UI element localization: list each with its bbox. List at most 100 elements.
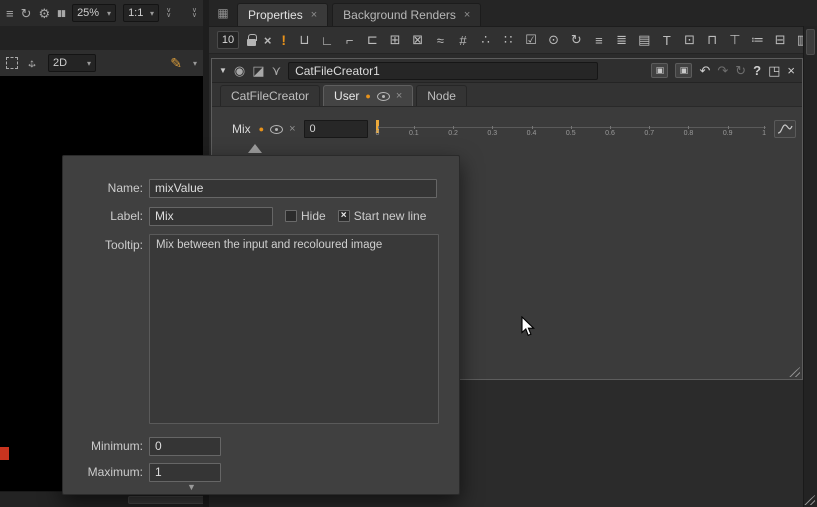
pause-icon[interactable]: ▮▮ xyxy=(57,9,65,18)
mix-value-input[interactable] xyxy=(304,120,368,138)
zoom-select[interactable]: 25% ▾ xyxy=(72,4,116,22)
bbox-knob-icon[interactable]: ⊏ xyxy=(364,30,381,50)
tab-user[interactable]: User ● × xyxy=(323,85,413,106)
hide-checkbox[interactable]: Hide xyxy=(285,209,326,223)
lock-panels-icon[interactable] xyxy=(247,39,256,46)
tab-node[interactable]: Node xyxy=(416,85,467,106)
chevron-down-icon: ▾ xyxy=(107,9,111,18)
transform-knob-icon[interactable]: ⊞ xyxy=(387,30,404,50)
transform-handles-icon[interactable] xyxy=(26,56,40,70)
minimum-input[interactable] xyxy=(149,437,221,456)
popup-anchor-arrow xyxy=(248,144,262,153)
tooltip-textarea[interactable]: Mix between the input and recoloured ima… xyxy=(149,234,439,424)
node-panel-tabs: CatFileCreator User ● × Node xyxy=(212,83,802,107)
knob-changed-dot: ● xyxy=(259,124,264,134)
chevron-down-icon: ▾ xyxy=(87,59,91,68)
align-left-icon[interactable]: ≡ xyxy=(591,30,608,50)
pane-tab-bar: ▦ Properties × Background Renders × xyxy=(209,0,817,26)
mix-slider[interactable]: 00.1 0.20.3 0.40.5 0.60.7 0.80.9 1 xyxy=(376,118,766,140)
name-input[interactable] xyxy=(149,179,437,198)
label-input[interactable] xyxy=(149,207,273,226)
tab-background-renders[interactable]: Background Renders × xyxy=(332,3,481,26)
mouse-cursor xyxy=(521,316,535,337)
checkbox-knob-icon[interactable]: ☑ xyxy=(523,30,540,50)
position-knob-icon[interactable]: ⌐ xyxy=(341,30,358,50)
knob-changed-dot: ● xyxy=(365,91,370,101)
redo-icon[interactable]: ↷ xyxy=(717,64,728,77)
tab-label: CatFileCreator xyxy=(231,89,309,103)
link-knob-icon[interactable]: ∷ xyxy=(500,30,517,50)
minimum-field-row: Minimum: xyxy=(63,436,437,456)
name-label: Name: xyxy=(63,181,143,195)
pane-vscrollbar[interactable] xyxy=(803,26,817,507)
cornerpin-knob-icon[interactable]: ⊠ xyxy=(409,30,426,50)
close-tab-icon[interactable]: × xyxy=(311,9,317,21)
group-knob-icon[interactable]: ⊡ xyxy=(681,30,698,50)
node-panel-header: ▼ ◉ ◪ ⋎ ▣ ▣ ↶ ↷ ↻ ? ◳ × xyxy=(212,59,802,83)
chevron-down-icon: ▾ xyxy=(150,9,154,18)
manage-knobs-icon[interactable]: ▣ xyxy=(675,63,692,78)
tooltip-label: Tooltip: xyxy=(63,238,143,252)
close-tab-icon[interactable]: × xyxy=(464,9,470,21)
axis-knob-icon[interactable]: ∟ xyxy=(319,30,336,50)
expand-more-icon[interactable]: ▼ xyxy=(187,482,196,492)
max-panels-input[interactable] xyxy=(217,31,239,49)
close-tab-icon[interactable]: × xyxy=(396,90,402,102)
channelset-knob-icon[interactable]: ∴ xyxy=(477,30,494,50)
title-knob-icon[interactable]: ⊤ xyxy=(727,30,744,50)
undo-icon[interactable]: ↶ xyxy=(699,64,710,77)
collapse-chevrons-icon[interactable]: ∨∨ xyxy=(166,8,171,18)
panel-resize-grip[interactable] xyxy=(788,367,800,377)
collapse-panel-icon[interactable]: ▼ xyxy=(219,67,227,75)
error-icon[interactable]: ! xyxy=(281,33,286,47)
scrollbar-thumb[interactable] xyxy=(806,29,815,55)
properties-toolbar: × ! ⊔ ∟ ⌐ ⊏ ⊞ ⊠ ≈ # ∴ ∷ ☑ ⊙ ↻ ≡ ≣ ▤ T ⊡ … xyxy=(209,26,817,54)
remove-knob-icon[interactable]: × xyxy=(289,123,295,135)
eye-icon[interactable] xyxy=(270,125,283,134)
menu-icon[interactable]: ≡ xyxy=(6,7,14,20)
curve-editor-button[interactable] xyxy=(774,120,796,138)
list-knob-icon[interactable]: ≔ xyxy=(749,30,766,50)
chevron-down-icon[interactable]: ▾ xyxy=(193,59,197,68)
overflow-chevrons-icon[interactable]: ∨∨ xyxy=(192,8,197,18)
checkbox-unchecked-icon[interactable] xyxy=(285,210,297,222)
close-panel-icon[interactable]: × xyxy=(787,64,795,77)
tab-knob-icon[interactable]: ⊓ xyxy=(704,30,721,50)
mix-label: Mix xyxy=(232,122,251,136)
channels-knob-icon[interactable]: # xyxy=(455,30,472,50)
eyedropper-icon[interactable]: ✎ xyxy=(170,56,182,70)
edit-knobs-icon[interactable]: ▣ xyxy=(651,63,668,78)
pulldown-knob-icon[interactable]: ⊔ xyxy=(296,30,313,50)
eye-icon[interactable] xyxy=(377,92,390,101)
refresh-icon[interactable]: ↻ xyxy=(21,7,32,20)
checkbox-checked-icon[interactable]: × xyxy=(338,210,350,222)
curve-knob-icon[interactable]: ≈ xyxy=(432,30,449,50)
center-node-icon[interactable]: ◉ xyxy=(234,64,245,77)
marquee-select-icon[interactable] xyxy=(6,57,18,69)
revert-icon[interactable]: ↻ xyxy=(735,64,746,77)
maximum-input[interactable] xyxy=(149,463,221,482)
info-knob-icon[interactable]: ⊙ xyxy=(545,30,562,50)
postage-stamp-icon[interactable]: ⋎ xyxy=(272,64,282,77)
python-button-knob-icon[interactable]: ↻ xyxy=(568,30,585,50)
scrollbar-thumb[interactable] xyxy=(128,496,210,504)
node-color-icon[interactable]: ◪ xyxy=(252,64,264,77)
text-knob-icon[interactable]: T xyxy=(659,30,676,50)
tab-properties[interactable]: Properties × xyxy=(237,3,328,26)
multiline-text-knob-icon[interactable]: ▤ xyxy=(636,30,653,50)
pane-menu-icon[interactable]: ▦ xyxy=(213,2,233,24)
align-justify-icon[interactable]: ≣ xyxy=(613,30,630,50)
tab-catfilecreator[interactable]: CatFileCreator xyxy=(220,85,320,106)
view-mode-value: 2D xyxy=(53,57,67,69)
close-all-panels-icon[interactable]: × xyxy=(264,34,272,47)
divider-knob-icon[interactable]: ⊟ xyxy=(772,30,789,50)
node-name-input[interactable] xyxy=(288,62,598,80)
name-field-row: Name: xyxy=(63,178,437,198)
start-new-line-checkbox[interactable]: × Start new line xyxy=(338,209,427,223)
ratio-select[interactable]: 1:1 ▾ xyxy=(123,4,159,22)
viewer-image-fragment xyxy=(0,447,9,460)
float-panel-icon[interactable]: ◳ xyxy=(768,64,780,77)
view-mode-select[interactable]: 2D ▾ xyxy=(48,54,96,72)
settings-gear-icon[interactable]: ⚙ xyxy=(39,7,51,20)
help-icon[interactable]: ? xyxy=(753,64,761,77)
